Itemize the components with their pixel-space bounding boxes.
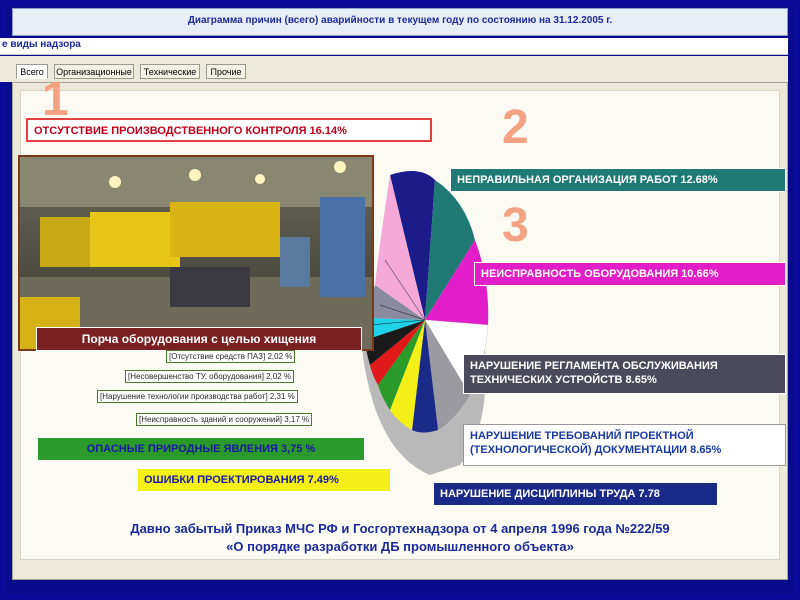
bottom-caption: Давно забытый Приказ МЧС РФ и Госгортехн… [20, 520, 780, 556]
marker-three: 3 [502, 199, 529, 252]
small-label-tu: [Несовершенство ТУ, оборудования] 2,02 % [125, 370, 295, 383]
label-documentation: НАРУШЕНИЕ ТРЕБОВАНИЙ ПРОЕКТНОЙ (ТЕХНОЛОГ… [463, 424, 786, 466]
label-production-control: ОТСУТСТВИЕ ПРОИЗВОДСТВЕННОГО КОНТРОЛЯ 16… [26, 118, 432, 142]
supervision-filter-bar: е виды надзора [0, 38, 788, 55]
bottom-caption-line2: «О порядке разработки ДБ промышленного о… [226, 539, 574, 554]
small-label-technology: [Нарушение технологии производства работ… [97, 390, 298, 403]
label-design-errors: ОШИБКИ ПРОЕКТИРОВАНИЯ 7.49% [137, 468, 391, 492]
tab-other-label: Прочие [210, 67, 242, 77]
label-equipment-fault: НЕИСПРАВНОСТЬ ОБОРУДОВАНИЯ 10.66% [474, 262, 786, 286]
label-natural-hazards: ОПАСНЫЕ ПРИРОДНЫЕ ЯВЛЕНИЯ 3,75 % [37, 437, 365, 461]
workshop-photo-illustration [20, 157, 372, 349]
tab-technical-label: Технические [143, 67, 197, 77]
label-maintenance: НАРУШЕНИЕ РЕГЛАМЕНТА ОБСЛУЖИВАНИЯ ТЕХНИЧ… [463, 354, 786, 394]
tab-other[interactable]: Прочие [206, 64, 246, 79]
workshop-photo [18, 155, 374, 351]
bottom-caption-line1: Давно забытый Приказ МЧС РФ и Госгортехн… [130, 521, 670, 536]
tab-all-label: Всего [20, 67, 44, 77]
marker-two: 2 [502, 101, 529, 154]
label-labour-discipline: НАРУШЕНИЕ ДИСЦИПЛИНЫ ТРУДА 7.78 [433, 482, 718, 506]
photo-caption: Порча оборудования с целью хищения [36, 327, 362, 351]
small-label-paz: [Отсутствие средств ПАЗ] 2,02 % [166, 350, 296, 363]
tab-strip: Всего Организационные Технические Прочие [0, 56, 788, 82]
tab-technical[interactable]: Технические [140, 64, 200, 79]
small-label-buildings: [Неисправность зданий и сооружений] 3,17… [136, 413, 313, 426]
window-title: Диаграмма причин (всего) аварийности в т… [187, 15, 613, 26]
supervision-filter-label: е виды надзора [2, 39, 81, 50]
window-title-bar: Диаграмма причин (всего) аварийности в т… [12, 8, 788, 36]
label-work-organization: НЕПРАВИЛЬНАЯ ОРГАНИЗАЦИЯ РАБОТ 12.68% [450, 168, 786, 192]
